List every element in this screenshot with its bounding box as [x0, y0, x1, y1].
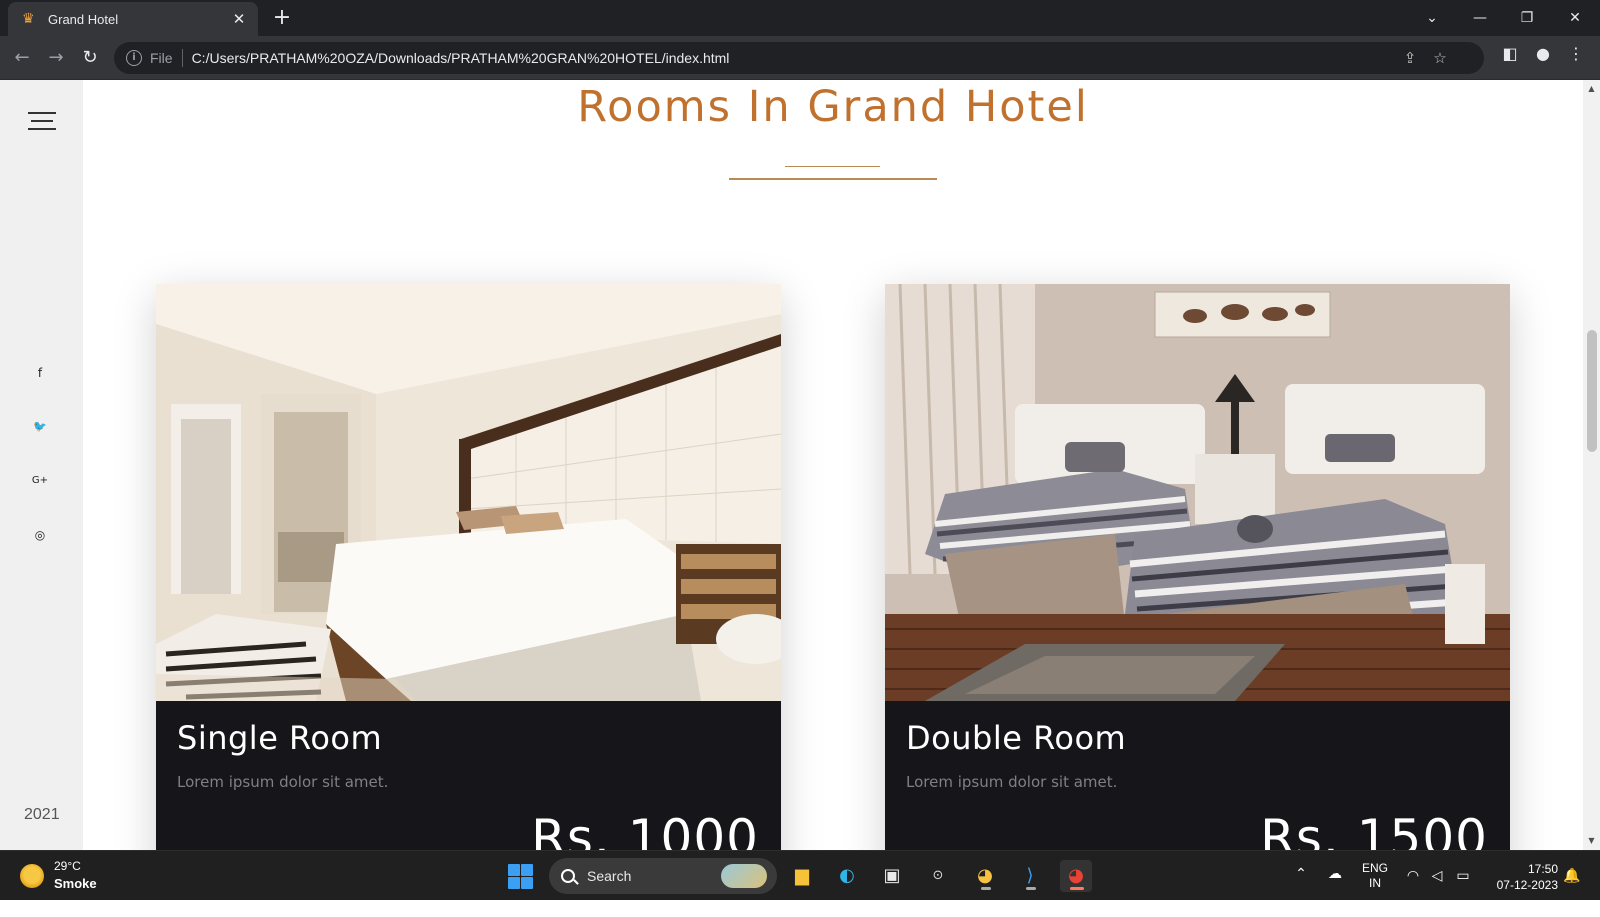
- search-icon: [561, 869, 575, 883]
- google-plus-icon[interactable]: G+: [31, 472, 49, 490]
- region-code: IN: [1369, 876, 1381, 890]
- section-title: Rooms In Grand Hotel: [577, 82, 1089, 132]
- hamburger-menu-icon[interactable]: [28, 110, 56, 132]
- minimize-button[interactable]: —: [1460, 4, 1500, 32]
- crown-favicon-icon: ♛: [22, 11, 35, 27]
- volume-icon[interactable]: ◁: [1428, 867, 1446, 917]
- page-scrollbar[interactable]: ▲ ▼: [1583, 80, 1600, 850]
- address-bar[interactable]: i File C:/Users/PRATHAM%20OZA/Downloads/…: [114, 42, 1484, 74]
- room-card-double[interactable]: Double Room Lorem ipsum dolor sit amet. …: [885, 284, 1510, 850]
- url-text[interactable]: C:/Users/PRATHAM%20OZA/Downloads/PRATHAM…: [192, 50, 730, 66]
- facebook-icon[interactable]: f: [31, 364, 49, 382]
- back-arrow-icon[interactable]: ←: [8, 44, 36, 72]
- weather-temperature[interactable]: 29°C: [54, 859, 81, 873]
- tab-search-chevron-icon[interactable]: ⌄: [1412, 4, 1452, 32]
- room-name: Double Room: [906, 719, 1127, 757]
- profile-icon[interactable]: ●: [1533, 44, 1553, 64]
- page-viewport: f 🐦 G+ ◎ 2021 Rooms In Grand Hotel Singl…: [0, 80, 1600, 850]
- room-name: Single Room: [177, 719, 383, 757]
- search-label: Search: [587, 868, 632, 884]
- bookmark-star-icon[interactable]: ☆: [1432, 50, 1448, 66]
- title-divider-short: [785, 166, 880, 167]
- side-panel-icon[interactable]: ◧: [1500, 44, 1520, 64]
- new-tab-button[interactable]: +: [270, 6, 294, 30]
- room-price: Rs. 1500: [1260, 809, 1488, 850]
- room-description: Lorem ipsum dolor sit amet.: [177, 773, 389, 791]
- search-highlight-image: [721, 864, 767, 888]
- close-window-button[interactable]: ✕: [1555, 4, 1595, 32]
- clock-date: 07-12-2023: [1496, 878, 1558, 892]
- wifi-icon[interactable]: ◠: [1404, 867, 1422, 917]
- room-description: Lorem ipsum dolor sit amet.: [906, 773, 1118, 791]
- twitter-icon[interactable]: 🐦: [31, 418, 49, 436]
- single-room-info: Single Room Lorem ipsum dolor sit amet. …: [156, 701, 781, 850]
- instagram-icon[interactable]: ◎: [31, 526, 49, 544]
- clock-time: 17:50: [1527, 862, 1558, 876]
- browser-toolbar: ← → ↻ i File C:/Users/PRATHAM%20OZA/Down…: [0, 36, 1600, 80]
- vscode-icon[interactable]: ⟩: [1014, 860, 1046, 892]
- taskbar-search[interactable]: Search: [549, 858, 777, 894]
- chrome-icon[interactable]: ◕: [1060, 860, 1092, 892]
- left-sidebar: f 🐦 G+ ◎ 2021: [0, 80, 83, 850]
- microsoft-store-icon[interactable]: ▣: [876, 860, 908, 892]
- battery-icon[interactable]: ▭: [1454, 867, 1472, 917]
- tab-title: Grand Hotel: [48, 11, 119, 27]
- file-explorer-icon[interactable]: ▆: [786, 860, 818, 892]
- title-divider-long: [729, 178, 937, 180]
- forward-arrow-icon[interactable]: →: [42, 44, 70, 72]
- weather-condition[interactable]: Smoke: [54, 876, 97, 891]
- file-label: File: [150, 50, 173, 66]
- chrome-profile-icon[interactable]: ◕: [969, 860, 1001, 892]
- language-indicator[interactable]: ENG IN: [1362, 861, 1388, 911]
- windows-start-icon[interactable]: [508, 864, 533, 889]
- notification-bell-icon[interactable]: 🔔: [1563, 867, 1580, 917]
- scroll-thumb[interactable]: [1587, 330, 1597, 452]
- single-room-photo: [156, 284, 781, 701]
- weather-sun-icon[interactable]: [20, 864, 44, 888]
- browser-tab-strip: ♛ Grand Hotel ✕ + ⌄ — ❐ ✕: [0, 0, 1600, 36]
- omnibox-divider: [181, 49, 183, 67]
- tab-close-icon[interactable]: ✕: [230, 10, 248, 28]
- reload-icon[interactable]: ↻: [76, 44, 104, 72]
- windows-taskbar: 29°C Smoke Search ▆ ◐ ▣ ⊙ ◕ ⟩ ◕ ⌃ ☁ ENG …: [0, 850, 1600, 900]
- double-room-info: Double Room Lorem ipsum dolor sit amet. …: [885, 701, 1510, 850]
- language-code: ENG: [1362, 861, 1389, 875]
- onedrive-cloud-icon[interactable]: ☁: [1326, 865, 1344, 915]
- footer-year: 2021: [24, 806, 60, 823]
- scroll-down-arrow-icon[interactable]: ▼: [1583, 834, 1600, 848]
- info-icon[interactable]: i: [126, 50, 142, 66]
- room-price: Rs. 1000: [531, 809, 759, 850]
- restore-button[interactable]: ❐: [1507, 4, 1547, 32]
- menu-kebab-icon[interactable]: ⋮: [1566, 44, 1586, 64]
- system-clock[interactable]: 17:50 07-12-2023: [1488, 861, 1558, 911]
- browser-tab[interactable]: ♛ Grand Hotel ✕: [8, 2, 258, 36]
- show-hidden-icons-chevron-icon[interactable]: ⌃: [1292, 865, 1310, 915]
- room-card-single[interactable]: Single Room Lorem ipsum dolor sit amet. …: [156, 284, 781, 850]
- share-icon[interactable]: ⇪: [1402, 50, 1418, 66]
- double-room-photo: [885, 284, 1510, 701]
- dell-icon[interactable]: ⊙: [922, 860, 954, 892]
- scroll-up-arrow-icon[interactable]: ▲: [1583, 82, 1600, 96]
- edge-browser-icon[interactable]: ◐: [831, 860, 863, 892]
